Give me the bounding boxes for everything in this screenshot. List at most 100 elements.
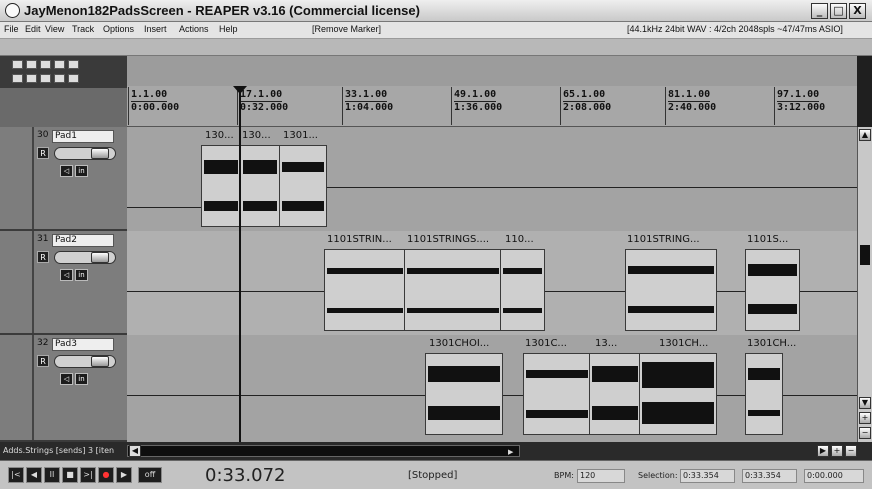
ruler-bar-label: 81.1.00 [668,89,711,102]
selection-end-field[interactable]: 0:33.354 [742,469,797,483]
media-item[interactable] [589,353,641,435]
ruler-time-label: 2:08.000 [563,102,612,113]
reaper-app-icon[interactable] [5,3,20,18]
media-item[interactable] [324,249,406,331]
input-button[interactable]: in [75,373,88,385]
bpm-field[interactable]: 120 [577,469,625,483]
toolbar-button-icon[interactable] [54,60,65,69]
waveform [428,406,500,420]
menu-help[interactable]: Help [219,24,238,34]
scroll-left-icon[interactable]: ◀ [129,445,141,457]
repeat-button[interactable]: ▶ [116,467,132,483]
track-lane-pad1[interactable]: 130... 130... 1301... [127,127,857,231]
fader-knob[interactable] [91,148,109,159]
menu-file[interactable]: File [4,24,19,34]
fader-knob[interactable] [91,356,109,367]
fader-knob[interactable] [91,252,109,263]
input-button[interactable]: in [75,269,88,281]
play-cursor[interactable] [239,86,241,442]
media-item[interactable] [745,249,800,331]
track-header-pad1[interactable]: 30 Pad1 R ◁ in [0,127,127,231]
media-item[interactable] [745,353,783,435]
ruler-marker: 1.1.00 0:00.000 [131,89,179,114]
record-arm-button[interactable]: R [37,147,49,159]
scroll-up-icon[interactable]: ▲ [859,129,871,141]
media-item[interactable] [201,145,241,227]
zoom-out-icon[interactable]: − [859,427,871,439]
menu-edit[interactable]: Edit [25,24,41,34]
toolbar-button-icon[interactable] [54,74,65,83]
record-button[interactable]: ● [98,467,114,483]
play-button[interactable]: ◀ [26,467,42,483]
media-item[interactable] [404,249,502,331]
speaker-icon[interactable]: ◁ [60,373,73,385]
toolbar-button-icon[interactable] [40,60,51,69]
record-arm-button[interactable]: R [37,251,49,263]
close-button[interactable]: X [849,3,866,19]
speaker-icon[interactable]: ◁ [60,165,73,177]
selection-start-field[interactable]: 0:33.354 [680,469,735,483]
media-item[interactable] [500,249,545,331]
menu-insert[interactable]: Insert [144,24,167,34]
item-label: 1101STRINGS.... [407,234,490,245]
track-lane-pad3[interactable]: 1301CHOI... 1301C... 13... 1301CH... 130… [127,335,857,442]
selection-length-field[interactable]: 0:00.000 [804,469,864,483]
media-item[interactable] [240,145,280,227]
go-to-end-button[interactable]: >| [80,467,96,483]
menu-actions[interactable]: Actions [179,24,209,34]
stop-button[interactable]: ■ [62,467,78,483]
media-item[interactable] [625,249,717,331]
track-header-pad2[interactable]: 31 Pad2 R ◁ in [0,231,127,335]
zoom-in-icon[interactable]: + [859,412,871,424]
track-name-field[interactable]: Pad2 [52,234,114,247]
scroll-thumb[interactable] [860,245,870,265]
hzoom-in-icon[interactable]: + [831,445,843,457]
audio-status[interactable]: [44.1kHz 24bit WAV : 4/2ch 2048spls ~47/… [627,24,843,34]
horizontal-scrollbar[interactable]: ◀ ▶ [127,445,520,457]
media-item[interactable] [425,353,503,435]
toolbar-button-icon[interactable] [26,60,37,69]
record-arm-button[interactable]: R [37,355,49,367]
ruler-tick [128,87,129,125]
volume-fader[interactable] [54,251,116,264]
toolbar-button-icon[interactable] [12,74,23,83]
ruler-bar-label: 49.1.00 [454,89,497,102]
remove-marker-button[interactable]: [Remove Marker] [312,24,381,34]
maximize-button[interactable]: □ [830,3,847,19]
waveform [204,160,238,174]
window-title: JayMenon182PadsScreen - REAPER v3.16 (Co… [24,3,420,18]
media-item[interactable] [523,353,591,435]
hzoom-out-icon[interactable]: − [845,445,857,457]
media-item[interactable] [279,145,327,227]
toolbar-button-icon[interactable] [68,60,79,69]
ruler-time-label: 3:12.000 [777,102,826,113]
scroll-down-icon[interactable]: ▼ [859,397,871,409]
play-cursor-marker-icon[interactable] [233,86,247,94]
toolbar-button-icon[interactable] [40,74,51,83]
minimize-button[interactable]: _ [811,3,828,19]
toolbar-button-icon[interactable] [12,60,23,69]
hzoom-right-icon[interactable]: ▶ [817,445,829,457]
volume-fader[interactable] [54,147,116,160]
toolbar-button-icon[interactable] [26,74,37,83]
track-name-field[interactable]: Pad3 [52,338,114,351]
track-name-field[interactable]: Pad1 [52,130,114,143]
track-lane-pad2[interactable]: 1101STRIN... 1101STRINGS.... 110... 1101… [127,231,857,335]
go-to-start-button[interactable]: |< [8,467,24,483]
scroll-right-icon[interactable]: ▶ [508,448,513,456]
menu-track[interactable]: Track [72,24,94,34]
ruler-tick [342,87,343,125]
waveform [748,304,797,314]
volume-fader[interactable] [54,355,116,368]
pause-button[interactable]: II [44,467,60,483]
menu-view[interactable]: View [45,24,64,34]
media-item[interactable] [639,353,717,435]
track-header-pad3[interactable]: 32 Pad3 R ◁ in [0,335,127,442]
menu-options[interactable]: Options [103,24,134,34]
toolbar-button-icon[interactable] [68,74,79,83]
speaker-icon[interactable]: ◁ [60,269,73,281]
input-button[interactable]: in [75,165,88,177]
off-button[interactable]: off [138,467,162,483]
item-label: 130... [242,130,271,141]
vertical-scrollbar[interactable]: ▲ ▼ + − [857,127,872,442]
